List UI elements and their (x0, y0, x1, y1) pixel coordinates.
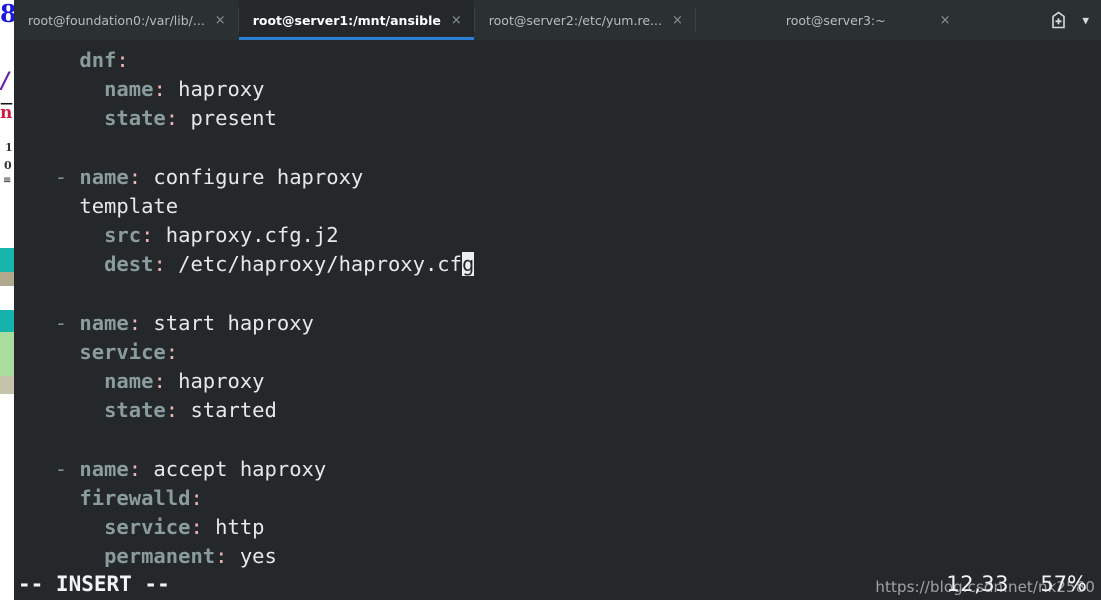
tab-label: root@foundation0:/var/lib/... (28, 12, 205, 28)
background-window-sliver: 8/— n 1 0 ≡ (0, 0, 14, 600)
editor-line: name: haproxy (104, 369, 265, 394)
background-color-band (0, 356, 14, 376)
vim-status-line: -- INSERT -- 12,33 57% (14, 568, 1101, 600)
close-icon[interactable]: × (449, 14, 464, 27)
close-icon[interactable]: × (938, 14, 953, 27)
editor-line: - name: accept haproxy (54, 456, 327, 481)
editor-line: state: started (104, 398, 277, 423)
editor-line: - name: start haproxy (54, 310, 314, 335)
vim-mode-indicator: -- INSERT -- (18, 572, 170, 596)
background-text-fragment: 0 (4, 159, 12, 172)
editor-line: src: haproxy.cfg.j2 (104, 223, 339, 248)
background-color-band (0, 376, 14, 394)
tab-root-foundation0[interactable]: root@foundation0:/var/lib/... × (14, 0, 238, 40)
background-color-band (0, 332, 14, 356)
text-cursor: g (462, 252, 475, 277)
add-tab-icon[interactable] (1049, 11, 1068, 30)
terminal-window: root@foundation0:/var/lib/... × root@ser… (14, 0, 1101, 600)
editor-line: permanent: yes (104, 544, 277, 569)
background-color-band (0, 248, 14, 272)
close-icon[interactable]: × (213, 14, 228, 27)
editor-line: dnf: (79, 48, 129, 72)
tab-root-server2[interactable]: root@server2:/etc/yum.re... × (474, 0, 695, 40)
background-color-band (0, 272, 14, 286)
editor-line: service: (79, 339, 179, 364)
editor-line: dest: /etc/haproxy/haproxy.cfg (104, 252, 475, 277)
editor-line: state: present (104, 106, 277, 131)
tab-label: root@server3:~ (785, 12, 886, 28)
editor-line: firewalld: (79, 485, 203, 510)
editor-line: service: http (104, 515, 265, 539)
editor-line: template (79, 193, 179, 218)
background-text-fragment: / (1, 68, 10, 94)
tab-root-server1[interactable]: root@server1:/mnt/ansible × (238, 0, 474, 40)
background-text-fragment: 1 (5, 141, 13, 154)
editor-line: name: haproxy (104, 77, 265, 102)
vim-editor-buffer[interactable]: dnf: name: haproxy state: present - name… (14, 40, 1101, 568)
vim-scroll-percent: 57% (1040, 572, 1087, 596)
screen: 8/— n 1 0 ≡ root@foundation0:/var/lib/... × … (0, 0, 1101, 600)
tab-root-server3[interactable]: root@server3:~ × (695, 0, 993, 40)
background-text-fragment: ≡ (3, 175, 12, 186)
background-color-band (0, 310, 14, 332)
tab-label: root@server1:/mnt/ansible (252, 12, 441, 28)
background-text-fragment: n (0, 103, 13, 123)
editor-line: - name: configure haproxy (54, 164, 364, 189)
chevron-down-icon[interactable]: ▼ (1082, 14, 1089, 27)
close-icon[interactable]: × (670, 14, 685, 27)
background-text-fragment: 8 (0, 0, 14, 28)
tab-label: root@server2:/etc/yum.re... (488, 12, 662, 28)
tab-bar: root@foundation0:/var/lib/... × root@ser… (14, 0, 1101, 40)
vim-cursor-position: 12,33 (946, 572, 1009, 596)
tab-bar-actions: ▼ (1043, 0, 1101, 40)
